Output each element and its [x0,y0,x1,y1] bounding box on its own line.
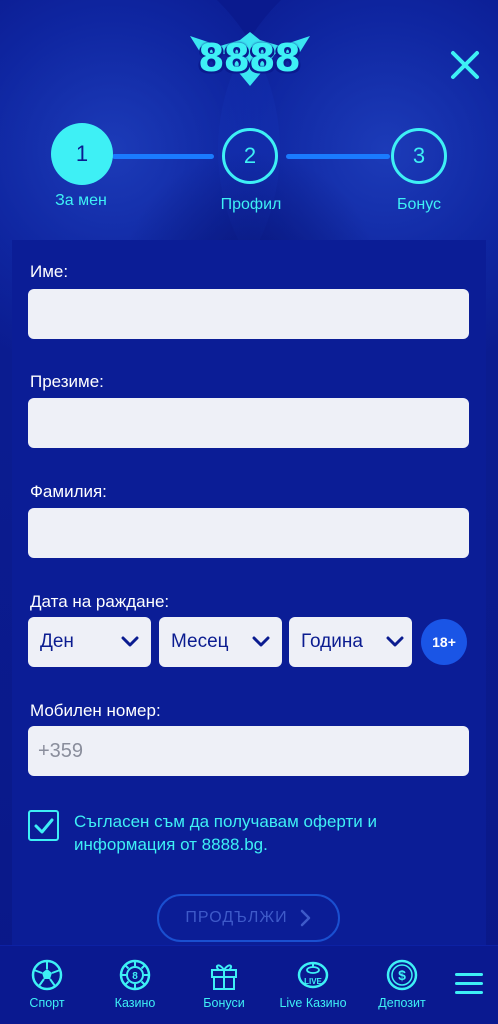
step-3-circle: 3 [391,128,447,184]
menu-bar [455,991,483,994]
step-3-label: Бонус [396,196,442,213]
middle-name-input[interactable] [28,398,469,448]
svg-text:8: 8 [132,971,138,982]
menu-bar [455,982,483,985]
consent-text: Съгласен съм да получавам оферти и инфор… [74,812,378,854]
birth-month-select[interactable]: Месец [159,617,282,667]
close-icon[interactable] [448,48,482,82]
birth-month-value: Месец [171,631,229,652]
mobile-label: Мобилен номер: [30,701,161,720]
step-2-label: Профил [220,196,282,213]
step-2-number: 2 [243,143,257,168]
step-2-circle: 2 [222,128,278,184]
svg-text:LIVE: LIVE [304,977,322,986]
middle-name-label: Презиме: [30,372,104,391]
chevron-right-icon [300,909,310,927]
chevron-down-icon [121,636,139,647]
step-3-number: 3 [412,143,426,168]
hamburger-menu-icon[interactable] [455,973,483,995]
last-name-input[interactable] [28,508,469,558]
registration-stepper: 1 2 3 За мен Профил Бонус [0,120,498,220]
casino-chip-icon: 8 [119,959,151,991]
nav-item-bonuses[interactable]: Бонуси [179,958,269,1010]
step-connector-2 [286,154,390,159]
step-connector-1 [112,154,214,159]
checkmark-icon [34,818,53,833]
first-name-label: Име: [30,262,69,281]
chevron-down-icon [386,636,404,647]
nav-label-casino: Казино [114,996,156,1010]
live-casino-icon: LIVE [297,961,329,989]
soccer-ball-icon [31,959,63,991]
bottom-nav: Спорт 8 Казино Бонуси LIVE Live Казино $… [0,945,498,1024]
consent-checkbox[interactable] [28,810,59,841]
step-1-label: За мен [55,192,107,209]
deposit-coin-icon: $ [386,959,418,991]
step-1-circle: 1 [51,123,113,185]
birth-year-value: Година [301,631,363,652]
age-18-badge: 18+ [421,619,467,665]
first-name-input[interactable] [28,289,469,339]
gift-icon [211,964,237,990]
nav-label-bonuses: Бонуси [203,996,245,1010]
nav-item-casino[interactable]: 8 Казино [90,958,180,1010]
menu-bar [455,973,483,976]
mobile-input[interactable]: +359 [28,726,469,776]
chevron-down-icon [252,636,270,647]
birth-day-value: Ден [40,631,74,652]
step-1-number: 1 [75,141,89,166]
nav-item-sport[interactable]: Спорт [2,958,92,1010]
header: 8888 [0,0,498,110]
last-name-label: Фамилия: [30,482,107,501]
birth-date-label: Дата на раждане: [30,592,170,611]
birth-year-select[interactable]: Година [289,617,412,667]
nav-label-sport: Спорт [29,996,65,1010]
svg-text:$: $ [398,967,406,983]
logo-text: 8888 [198,36,301,80]
nav-label-live-casino: Live Казино [279,996,347,1010]
birth-day-select[interactable]: Ден [28,617,151,667]
nav-item-deposit[interactable]: $ Депозит [357,958,447,1010]
continue-label: ПРОДЪЛЖИ [185,909,288,926]
nav-label-deposit: Депозит [378,996,426,1010]
continue-button[interactable]: ПРОДЪЛЖИ [157,894,340,942]
nav-item-live-casino[interactable]: LIVE Live Казино [268,958,358,1010]
